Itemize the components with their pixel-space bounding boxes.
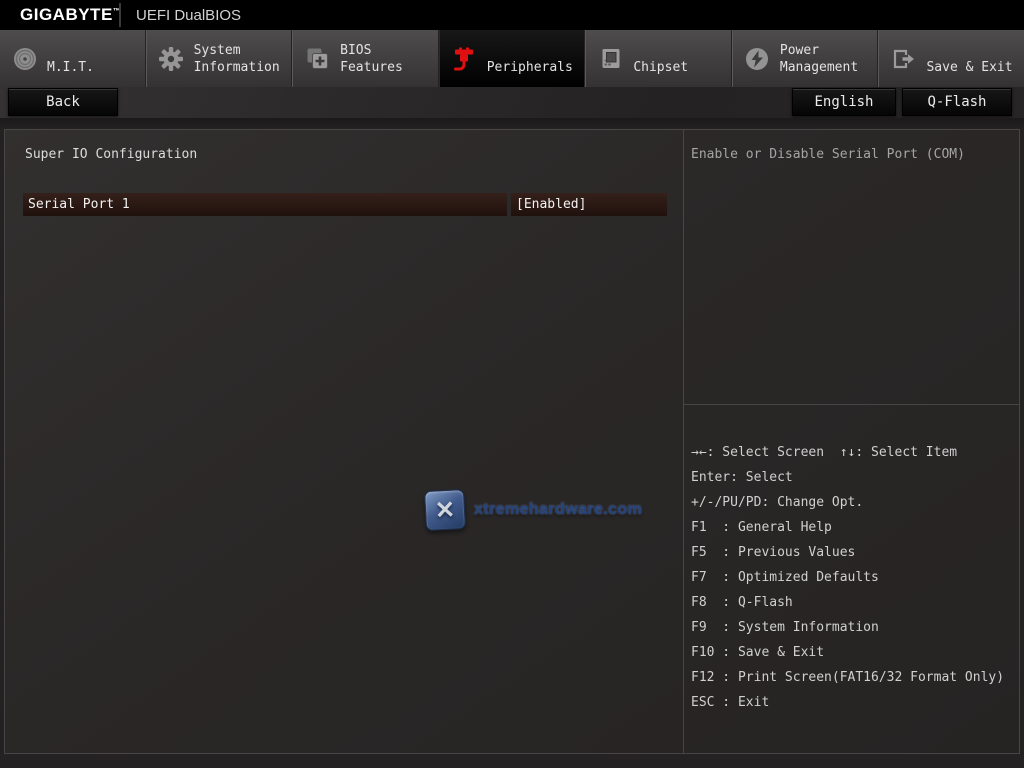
qflash-button[interactable]: Q-Flash xyxy=(902,88,1012,116)
key-legend-line: F7 : Optimized Defaults xyxy=(691,570,879,585)
chipset-icon xyxy=(597,45,624,72)
gigabyte-logo: GIGABYTE™ xyxy=(20,5,122,24)
tab-power-management[interactable]: Power Management xyxy=(731,30,879,87)
toolbar: Back English Q-Flash xyxy=(0,87,1024,118)
tab-peripherals[interactable]: Peripherals xyxy=(438,30,586,87)
key-legend-line: F12 : Print Screen(FAT16/32 Format Only) xyxy=(691,670,1005,685)
bottom-strip xyxy=(0,754,1024,768)
bios-features-icon xyxy=(304,45,331,72)
key-legend-line: F10 : Save & Exit xyxy=(691,645,825,660)
tab-chipset[interactable]: Chipset xyxy=(585,30,732,87)
tab-bar: M.I.T. System Information BIOS Features … xyxy=(0,30,1024,87)
uefi-title: UEFI DualBIOS xyxy=(136,7,242,24)
bios-screen: GIGABYTE™ UEFI DualBIOS M.I.T. System In… xyxy=(0,0,1024,768)
section-title: Super IO Configuration xyxy=(25,147,198,162)
item-help-description: Enable or Disable Serial Port (COM) xyxy=(691,147,965,162)
tab-system-information[interactable]: System Information xyxy=(145,30,293,87)
key-legend-line: ESC : Exit xyxy=(691,695,770,710)
key-legend-line: →←: Select Screen ↑↓: Select Item xyxy=(691,445,958,460)
key-legend-line: F5 : Previous Values xyxy=(691,545,856,560)
power-icon xyxy=(744,45,771,72)
watermark: ✕ xtremehardware.com xyxy=(423,488,643,532)
key-legend-line: F1 : General Help xyxy=(691,520,832,535)
tab-mit[interactable]: M.I.T. xyxy=(0,30,146,87)
toolbar-shadow xyxy=(0,118,1024,129)
dial-icon xyxy=(11,45,38,72)
main-panel: Super IO Configuration Serial Port 1 [En… xyxy=(4,129,1020,754)
tab-bios-features[interactable]: BIOS Features xyxy=(292,30,439,87)
header-divider xyxy=(119,3,121,27)
watermark-text: xtremehardware.com xyxy=(474,501,643,518)
key-legend-line: F8 : Q-Flash xyxy=(691,595,793,610)
gear-icon xyxy=(158,45,185,72)
back-button[interactable]: Back xyxy=(8,88,118,116)
key-legend-line: Enter: Select xyxy=(691,470,793,485)
help-panel-divider xyxy=(684,404,1019,405)
language-button[interactable]: English xyxy=(792,88,896,116)
watermark-x-icon: ✕ xyxy=(423,488,467,532)
top-bar: GIGABYTE™ UEFI DualBIOS xyxy=(0,0,1024,30)
setting-serial-port-1-value[interactable]: [Enabled] xyxy=(511,193,667,216)
key-legend: →←: Select Screen ↑↓: Select Item Enter:… xyxy=(691,440,1004,715)
tab-save-exit[interactable]: Save & Exit xyxy=(878,30,1024,87)
key-legend-line: F9 : System Information xyxy=(691,620,879,635)
help-panel: Enable or Disable Serial Port (COM) →←: … xyxy=(683,130,1019,753)
key-legend-line: +/-/PU/PD: Change Opt. xyxy=(691,495,864,510)
peripherals-icon xyxy=(451,45,478,72)
setting-serial-port-1[interactable]: Serial Port 1 xyxy=(23,193,507,216)
save-exit-icon xyxy=(890,45,917,72)
